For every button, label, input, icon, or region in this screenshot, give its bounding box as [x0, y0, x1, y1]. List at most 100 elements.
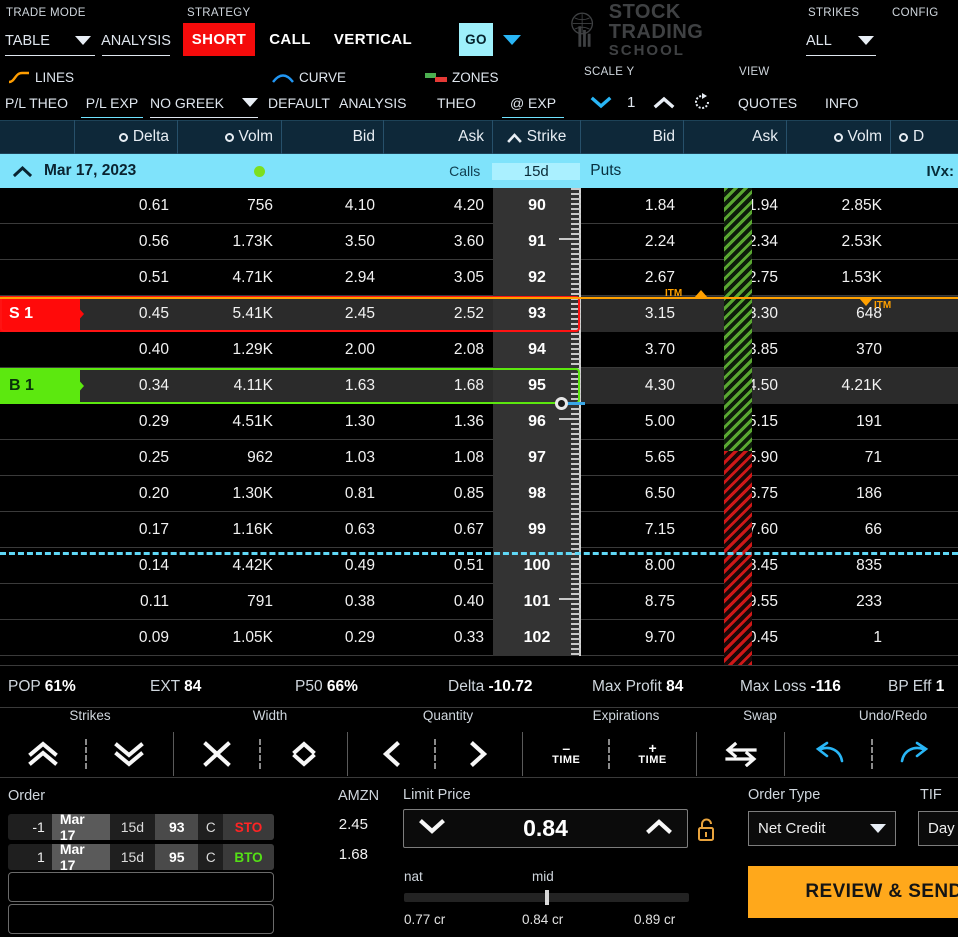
cell-pbid[interactable]: 6.50 [581, 476, 684, 512]
cell-empty[interactable] [891, 620, 958, 656]
cell-empty[interactable] [0, 440, 75, 476]
cell-cask[interactable]: 3.60 [384, 224, 493, 260]
strike-cell[interactable]: 93 [493, 295, 581, 332]
table-row[interactable]: 0.51 4.71K 2.94 3.05 92 2.67 2.75 1.53K [0, 259, 958, 296]
order-empty-slot[interactable] [8, 872, 274, 902]
cell-empty[interactable] [891, 260, 958, 296]
cell-empty[interactable] [891, 224, 958, 260]
long-leg-tag[interactable]: B 1 [0, 368, 84, 404]
strikes-up-button[interactable] [0, 730, 85, 778]
header-put-bid[interactable]: Bid [581, 120, 684, 154]
expiration-increase-button[interactable]: + TIME [610, 730, 695, 778]
header-put-volm[interactable]: Volm [787, 120, 891, 154]
cell-cvolm[interactable]: 962 [178, 440, 282, 476]
cell-empty[interactable] [891, 584, 958, 620]
strike-cell[interactable]: 96 [493, 403, 581, 440]
cell-cvolm[interactable]: 1.05K [178, 620, 282, 656]
header-call-ask[interactable]: Ask [384, 120, 493, 154]
cell-cvolm[interactable]: 4.71K [178, 260, 282, 296]
cell-cdelta[interactable]: 0.09 [75, 620, 178, 656]
table-row[interactable]: 0.56 1.73K 3.50 3.60 91 2.24 2.34 2.53K [0, 223, 958, 260]
greek-select[interactable]: NO GREEK [150, 88, 258, 118]
cell-cask[interactable]: 2.08 [384, 332, 493, 368]
cell-pvolm[interactable]: 4.21K [787, 367, 891, 404]
cell-empty[interactable] [891, 404, 958, 440]
info-tab[interactable]: INFO [825, 88, 858, 118]
cell-cbid[interactable]: 1.63 [282, 367, 384, 404]
cell-cbid[interactable]: 0.81 [282, 476, 384, 512]
cell-pbid[interactable]: 3.15 [581, 295, 684, 332]
strike-cell[interactable]: 101 [493, 583, 581, 620]
cell-pvolm[interactable]: 66 [787, 512, 891, 548]
tif-select[interactable]: Day [918, 811, 958, 846]
cell-pbid[interactable]: 9.70 [581, 620, 684, 656]
table-row[interactable]: 0.17 1.16K 0.63 0.67 99 7.15 7.60 66 [0, 511, 958, 548]
cell-pvolm[interactable]: 186 [787, 476, 891, 512]
cell-cdelta[interactable]: 0.61 [75, 188, 178, 224]
strike-cell[interactable]: 90 [493, 187, 581, 224]
theo-tab[interactable]: THEO [437, 88, 476, 118]
order-type-select[interactable]: Net Credit [748, 811, 896, 846]
strategy-type-button[interactable]: CALL [262, 23, 318, 56]
config-button[interactable]: CONFIG [892, 7, 939, 19]
cell-cdelta[interactable]: 0.11 [75, 584, 178, 620]
header-put-ask[interactable]: Ask [684, 120, 787, 154]
table-row[interactable]: 0.20 1.30K 0.81 0.85 98 6.50 6.75 186 [0, 475, 958, 512]
swap-button[interactable] [698, 730, 783, 778]
table-row[interactable]: 0.09 1.05K 0.29 0.33 102 9.70 10.45 1 [0, 619, 958, 656]
cell-cbid[interactable]: 1.03 [282, 440, 384, 476]
cell-cask[interactable]: 2.52 [384, 295, 493, 332]
cell-cask[interactable]: 0.33 [384, 620, 493, 656]
cell-empty[interactable] [0, 476, 75, 512]
limit-decrease-button[interactable] [404, 816, 446, 841]
review-and-send-button[interactable]: REVIEW & SEND [748, 866, 958, 918]
cell-cdelta[interactable]: 0.34 [75, 367, 178, 404]
limit-price-stepper[interactable]: 0.84 [403, 809, 688, 848]
limit-increase-button[interactable] [645, 816, 687, 841]
cell-pvolm[interactable]: 370 [787, 332, 891, 368]
trade-mode-select[interactable]: TABLE [5, 26, 95, 56]
cell-pvolm[interactable]: 2.85K [787, 188, 891, 224]
cell-cbid[interactable]: 1.30 [282, 404, 384, 440]
cell-pvolm[interactable]: 191 [787, 404, 891, 440]
go-button[interactable]: GO [459, 23, 493, 56]
header-call-volm[interactable]: Volm [178, 120, 282, 154]
analysis2-tab[interactable]: ANALYSIS [339, 88, 406, 118]
cell-pvolm[interactable]: 71 [787, 440, 891, 476]
table-row[interactable]: 0.34 4.11K 1.63 1.68 95 4.30 4.50 4.21K B 1 [0, 367, 958, 404]
strikes-select[interactable]: ALL [806, 26, 876, 56]
cell-pvolm[interactable]: 233 [787, 584, 891, 620]
redo-button[interactable] [873, 730, 958, 778]
table-row[interactable]: 0.45 5.41K 2.45 2.52 93 3.15 3.30 648 S 1 [0, 295, 958, 332]
price-slider-handle[interactable] [545, 890, 549, 905]
strategy-spread-button[interactable]: VERTICAL [330, 23, 416, 56]
cell-pvolm[interactable]: 1.53K [787, 260, 891, 296]
cell-cvolm[interactable]: 4.51K [178, 404, 282, 440]
cell-pbid[interactable]: 5.00 [581, 404, 684, 440]
cell-cdelta[interactable]: 0.25 [75, 440, 178, 476]
strike-cell[interactable]: 97 [493, 439, 581, 476]
cell-empty[interactable] [891, 188, 958, 224]
cell-cdelta[interactable]: 0.51 [75, 260, 178, 296]
default-tab[interactable]: DEFAULT [268, 88, 330, 118]
cell-empty[interactable] [891, 440, 958, 476]
strategy-direction-button[interactable]: SHORT [183, 23, 255, 56]
cell-cask[interactable]: 1.36 [384, 404, 493, 440]
scale-reset-button[interactable] [692, 87, 712, 117]
cell-cvolm[interactable]: 1.29K [178, 332, 282, 368]
price-knob-handle[interactable] [555, 397, 568, 410]
cell-empty[interactable] [0, 188, 75, 224]
cell-cbid[interactable]: 3.50 [282, 224, 384, 260]
table-row[interactable]: 0.25 962 1.03 1.08 97 5.65 5.90 71 [0, 439, 958, 476]
cell-pbid[interactable]: 8.75 [581, 584, 684, 620]
order-leg-row[interactable]: -1 Mar 17 15d 93 C STO [8, 814, 274, 840]
lock-price-button[interactable] [696, 818, 716, 847]
expiration-row[interactable]: Mar 17, 2023 Calls 15d Puts IVx: [0, 154, 958, 188]
cell-empty[interactable] [0, 512, 75, 548]
cell-pvolm[interactable]: 1 [787, 620, 891, 656]
undo-button[interactable] [786, 730, 871, 778]
cell-pbid[interactable]: 2.24 [581, 224, 684, 260]
cell-pbid[interactable]: 7.15 [581, 512, 684, 548]
cell-empty[interactable] [891, 332, 958, 368]
quantity-decrease-button[interactable] [349, 730, 434, 778]
